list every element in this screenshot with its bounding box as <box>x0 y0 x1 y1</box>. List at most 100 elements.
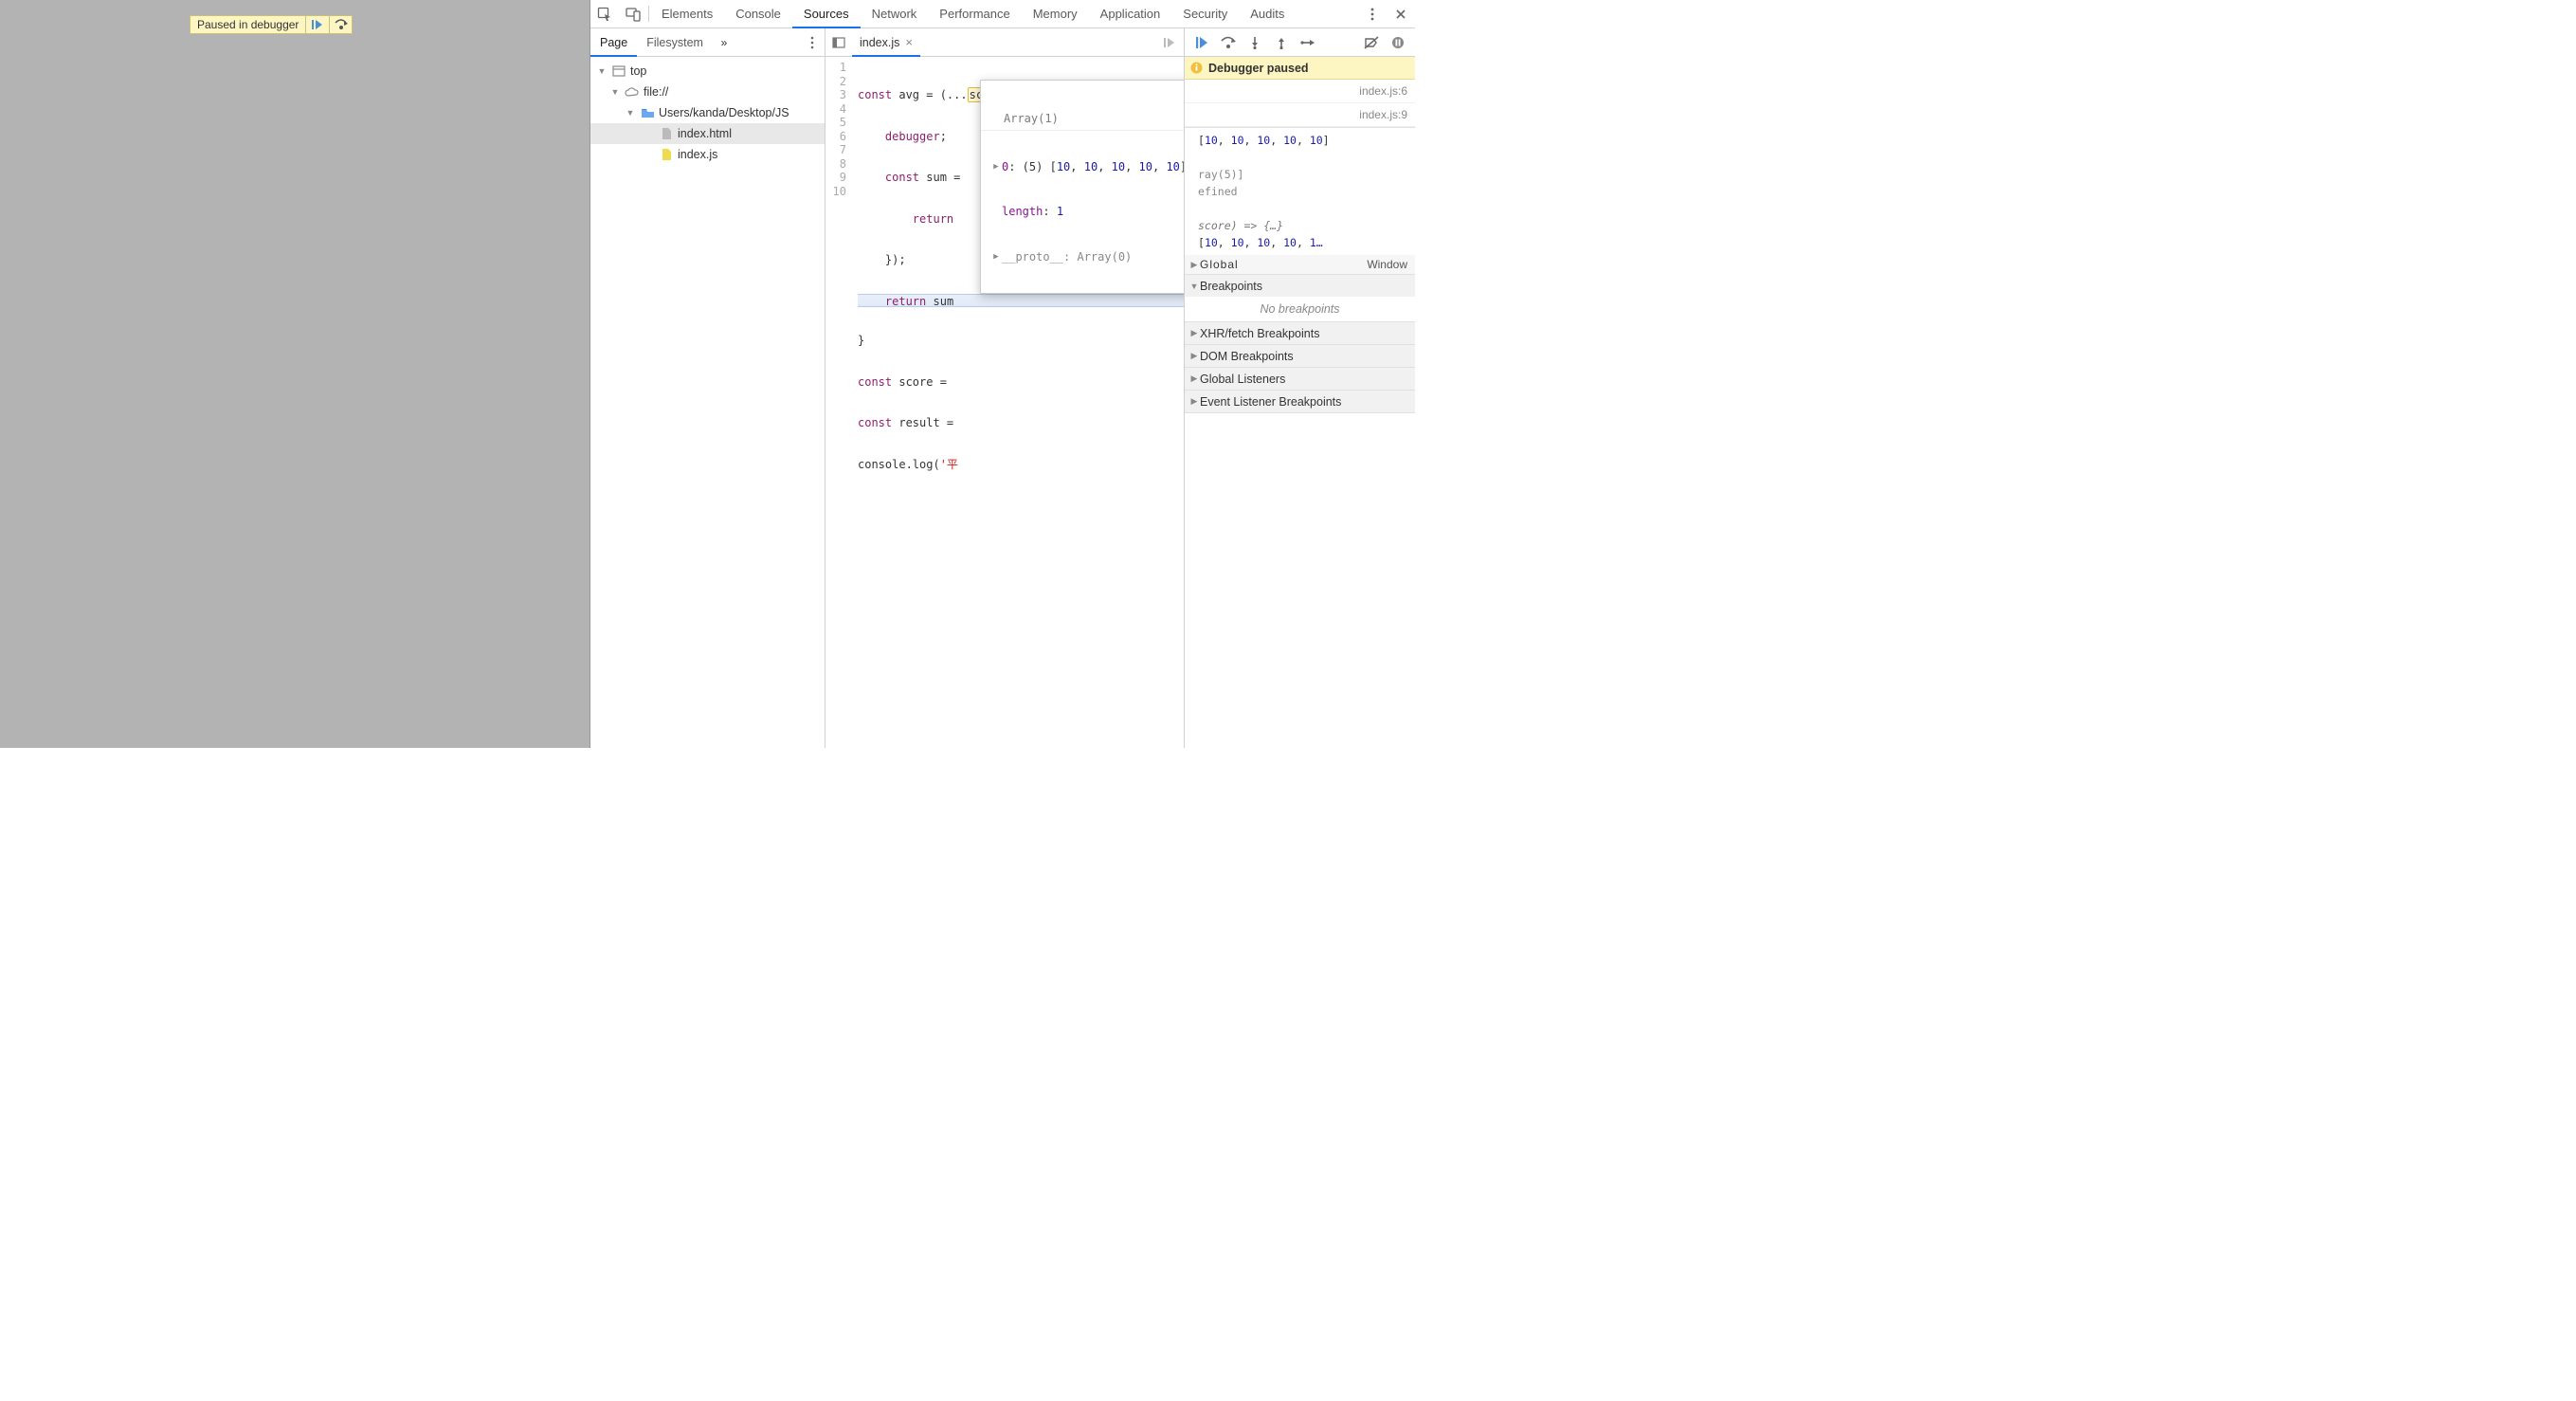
devtools-more-button[interactable] <box>1358 8 1387 21</box>
nav-tab-overflow[interactable]: » <box>713 28 735 56</box>
scope-variable[interactable]: efined <box>1185 183 1415 200</box>
chevron-right-icon: ▶ <box>990 250 1002 264</box>
section-header-xhr[interactable]: ▶XHR/fetch Breakpoints <box>1185 322 1415 344</box>
value-hover-popup: Array(1) ▶ 0: (5) [10, 10, 10, 10, 10] l… <box>980 80 1184 294</box>
info-icon <box>1190 62 1203 74</box>
pause-on-exceptions-button[interactable] <box>1385 29 1411 56</box>
hover-popup-title: Array(1) <box>981 108 1184 131</box>
scope-variable[interactable]: [10, 10, 10, 10, 1… <box>1185 234 1415 251</box>
debugger-toolbar <box>1185 28 1415 57</box>
navigator-panel: Page Filesystem » ▼ top ▼ <box>590 28 825 748</box>
hover-popup-row[interactable]: ▶ __proto__: Array(0) <box>981 248 1184 266</box>
editor-tab-close-icon[interactable]: × <box>905 35 913 49</box>
devtools: Elements Console Sources Network Perform… <box>590 0 1415 748</box>
editor-tab-label: index.js <box>860 36 899 49</box>
debugger-status-text: Debugger paused <box>1208 62 1309 75</box>
section-header-event-listeners[interactable]: ▶Event Listener Breakpoints <box>1185 391 1415 412</box>
xhr-breakpoints-section: ▶XHR/fetch Breakpoints <box>1185 322 1415 345</box>
editor-tab-active[interactable]: index.js × <box>852 28 920 56</box>
step-button[interactable] <box>1295 29 1321 56</box>
call-stack-frame[interactable]: index.js:6 <box>1185 80 1415 103</box>
chevron-down-icon: ▼ <box>609 87 621 97</box>
overlay-resume-button[interactable] <box>306 16 329 33</box>
page-viewport: Paused in debugger <box>0 0 590 748</box>
event-listener-breakpoints-section: ▶Event Listener Breakpoints <box>1185 391 1415 413</box>
paused-overlay-text: Paused in debugger <box>190 16 306 33</box>
tab-security[interactable]: Security <box>1171 0 1239 27</box>
tab-network[interactable]: Network <box>861 0 929 27</box>
step-out-button[interactable] <box>1268 29 1295 56</box>
tab-audits[interactable]: Audits <box>1239 0 1296 27</box>
nav-tab-page[interactable]: Page <box>590 28 637 56</box>
section-header-dom[interactable]: ▶DOM Breakpoints <box>1185 345 1415 367</box>
chevron-right-icon: ▶ <box>990 160 1002 174</box>
chevron-down-icon: ▼ <box>1188 282 1200 291</box>
nav-tab-filesystem[interactable]: Filesystem <box>637 28 713 56</box>
tab-performance[interactable]: Performance <box>928 0 1021 27</box>
code-area[interactable]: const avg = (...score) => { score = [Arr… <box>852 57 1184 748</box>
dom-breakpoints-section: ▶DOM Breakpoints <box>1185 345 1415 368</box>
tree-node-top[interactable]: ▼ top <box>590 61 825 82</box>
file-tree: ▼ top ▼ file:// ▼ Users/kanda/Desktop/JS <box>590 57 825 748</box>
folder-icon <box>640 105 655 120</box>
devtools-close-button[interactable] <box>1387 9 1415 20</box>
scope-variable[interactable]: score) => {…} <box>1185 217 1415 234</box>
chevron-down-icon: ▼ <box>596 66 608 76</box>
hover-popup-row[interactable]: length: 1 <box>981 203 1184 221</box>
device-toolbar-button[interactable] <box>619 0 647 27</box>
tab-console[interactable]: Console <box>724 0 792 27</box>
chevron-right-icon: ▶ <box>1188 351 1200 361</box>
call-stack-frame[interactable]: index.js:9 <box>1185 103 1415 127</box>
tree-label: index.html <box>678 127 732 140</box>
section-header-global-listeners[interactable]: ▶Global Listeners <box>1185 368 1415 390</box>
devtools-tabs-bar: Elements Console Sources Network Perform… <box>590 0 1415 28</box>
deactivate-breakpoints-button[interactable] <box>1358 29 1385 56</box>
debugger-status-bar: Debugger paused <box>1185 57 1415 80</box>
chevron-right-icon: ▶ <box>1188 328 1200 338</box>
tree-node-file-js[interactable]: index.js <box>590 144 825 165</box>
cloud-icon <box>625 84 640 100</box>
overlay-step-button[interactable] <box>329 16 352 33</box>
tree-node-folder[interactable]: ▼ Users/kanda/Desktop/JS <box>590 102 825 123</box>
nav-more-button[interactable] <box>802 28 823 56</box>
tree-node-origin[interactable]: ▼ file:// <box>590 82 825 102</box>
frame-icon <box>611 64 626 79</box>
scope-global-row[interactable]: ▶ Global Window <box>1185 255 1415 274</box>
tree-label: index.js <box>678 148 717 161</box>
paused-overlay: Paused in debugger <box>190 15 353 34</box>
debugger-sidebar: Debugger paused index.js:6 index.js:9 [1… <box>1185 28 1415 748</box>
tab-elements[interactable]: Elements <box>650 0 724 27</box>
hide-navigator-button[interactable] <box>825 28 852 56</box>
step-into-button[interactable] <box>1242 29 1268 56</box>
step-over-button[interactable] <box>1215 29 1242 56</box>
resume-button[interactable] <box>1188 29 1215 56</box>
section-header-breakpoints[interactable]: ▼Breakpoints <box>1185 275 1415 297</box>
tree-label: top <box>630 64 646 78</box>
scope-section: [10, 10, 10, 10, 10] ray(5)] efined scor… <box>1185 128 1415 275</box>
js-file-icon <box>659 147 674 162</box>
tab-sources[interactable]: Sources <box>792 0 861 27</box>
inspect-element-button[interactable] <box>590 0 619 27</box>
call-stack-section: index.js:6 index.js:9 <box>1185 80 1415 128</box>
tree-node-file-html[interactable]: index.html <box>590 123 825 144</box>
code-editor[interactable]: 1 2 3 4 5 6 7 8 9 10 const avg = (...sco… <box>825 57 1184 748</box>
hover-popup-row[interactable]: ▶ 0: (5) [10, 10, 10, 10, 10] <box>981 158 1184 176</box>
chevron-right-icon: ▶ <box>1188 396 1200 407</box>
run-snippet-button[interactable] <box>1157 28 1184 56</box>
tree-label: Users/kanda/Desktop/JS <box>659 106 789 119</box>
tab-application[interactable]: Application <box>1089 0 1172 27</box>
chevron-right-icon: ▶ <box>1188 260 1200 270</box>
scope-variable[interactable]: [10, 10, 10, 10, 10] <box>1185 132 1415 149</box>
scope-variable[interactable]: ray(5)] <box>1185 166 1415 183</box>
chevron-down-icon: ▼ <box>625 108 636 118</box>
file-icon <box>659 126 674 141</box>
chevron-right-icon: ▶ <box>1188 373 1200 384</box>
global-listeners-section: ▶Global Listeners <box>1185 368 1415 391</box>
editor-panel: index.js × 1 2 3 4 5 6 <box>825 28 1185 748</box>
devtools-main-tabs: Elements Console Sources Network Perform… <box>650 0 1358 27</box>
navigator-tabs: Page Filesystem » <box>590 28 825 57</box>
breakpoints-section: ▼Breakpoints No breakpoints <box>1185 275 1415 322</box>
no-breakpoints-text: No breakpoints <box>1185 297 1415 321</box>
tree-label: file:// <box>644 85 668 99</box>
tab-memory[interactable]: Memory <box>1022 0 1089 27</box>
